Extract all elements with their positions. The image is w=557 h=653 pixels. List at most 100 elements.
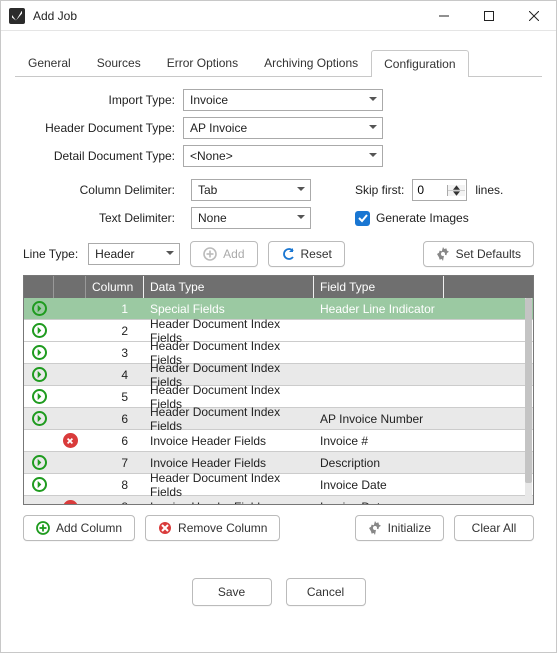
generate-images-label: Generate Images: [376, 211, 469, 225]
line-type-value: Header: [95, 247, 134, 261]
grid-header-data-type[interactable]: Data Type: [144, 276, 314, 298]
row-expand-icon[interactable]: [32, 367, 47, 382]
initialize-button[interactable]: Initialize: [355, 515, 444, 541]
import-type-label: Import Type:: [23, 93, 183, 107]
set-defaults-label: Set Defaults: [456, 247, 521, 261]
table-row[interactable]: 8Header Document Index FieldsInvoice Dat…: [24, 474, 533, 496]
line-type-select[interactable]: Header: [88, 243, 180, 265]
cell-field-type: Invoice Date: [314, 474, 533, 495]
clear-all-button[interactable]: Clear All: [454, 515, 534, 541]
line-type-label: Line Type:: [23, 247, 78, 261]
column-delimiter-select[interactable]: Tab: [191, 179, 311, 201]
cell-column: 1: [86, 298, 144, 319]
cell-column: 6: [86, 430, 144, 451]
header-doc-type-label: Header Document Type:: [23, 121, 183, 135]
chevron-down-icon: [296, 183, 306, 197]
table-row[interactable]: 6Header Document Index FieldsAP Invoice …: [24, 408, 533, 430]
chevron-down-icon: [368, 93, 378, 107]
row-error-icon: [63, 500, 78, 505]
window-close-button[interactable]: [511, 1, 556, 30]
row-expand-icon[interactable]: [32, 345, 47, 360]
grid-scrollbar-thumb[interactable]: [525, 298, 532, 483]
grid-header-column[interactable]: Column: [86, 276, 144, 298]
chevron-down-icon: [368, 121, 378, 135]
table-row[interactable]: 8Invoice Header FieldsInvoice Date: [24, 496, 533, 504]
cell-field-type: AP Invoice Number: [314, 408, 533, 429]
cell-column: 4: [86, 364, 144, 385]
add-column-button[interactable]: Add Column: [23, 515, 135, 541]
row-expand-icon[interactable]: [32, 389, 47, 404]
row-expand-icon[interactable]: [32, 411, 47, 426]
row-expand-icon[interactable]: [32, 455, 47, 470]
cell-column: 6: [86, 408, 144, 429]
column-delimiter-value: Tab: [198, 183, 217, 197]
plus-circle-icon: [203, 247, 217, 261]
cell-column: 5: [86, 386, 144, 407]
grid-scrollbar[interactable]: [525, 298, 532, 503]
tab-configuration[interactable]: Configuration: [371, 50, 468, 77]
app-icon: [9, 8, 25, 24]
remove-column-label: Remove Column: [178, 521, 267, 535]
skip-first-label: Skip first:: [355, 183, 404, 197]
add-button[interactable]: Add: [190, 241, 257, 267]
set-defaults-button[interactable]: Set Defaults: [423, 241, 534, 267]
chevron-down-icon: [165, 247, 175, 261]
cell-field-type: Invoice Date: [314, 496, 533, 504]
tab-pane-configuration: Import Type: Invoice Header Document Typ…: [15, 77, 542, 543]
cell-field-type: [314, 342, 533, 363]
tab-sources[interactable]: Sources: [84, 49, 154, 76]
cell-field-type: Header Line Indicator: [314, 298, 533, 319]
import-type-select[interactable]: Invoice: [183, 89, 383, 111]
cell-column: 7: [86, 452, 144, 473]
tab-strip: General Sources Error Options Archiving …: [15, 49, 542, 77]
table-row[interactable]: 6Invoice Header FieldsInvoice #: [24, 430, 533, 452]
gear-icon: [436, 247, 450, 261]
tab-error-options[interactable]: Error Options: [154, 49, 251, 76]
cell-column: 8: [86, 496, 144, 504]
grid-header-field-type[interactable]: Field Type: [314, 276, 444, 298]
cell-field-type: [314, 320, 533, 341]
window-minimize-button[interactable]: [421, 1, 466, 30]
skip-first-suffix: lines.: [475, 183, 503, 197]
tab-archiving-options[interactable]: Archiving Options: [251, 49, 371, 76]
row-expand-icon[interactable]: [32, 301, 47, 316]
x-circle-icon: [158, 521, 172, 535]
save-label: Save: [218, 585, 245, 599]
reset-button-label: Reset: [301, 247, 332, 261]
cancel-label: Cancel: [307, 585, 344, 599]
chevron-down-icon: [368, 149, 378, 163]
cell-column: 3: [86, 342, 144, 363]
skip-first-input[interactable]: [413, 180, 447, 200]
row-expand-icon[interactable]: [32, 477, 47, 492]
tab-general[interactable]: General: [15, 49, 84, 76]
text-delimiter-label: Text Delimiter:: [23, 211, 183, 225]
remove-column-button[interactable]: Remove Column: [145, 515, 280, 541]
add-column-label: Add Column: [56, 521, 122, 535]
reset-button[interactable]: Reset: [268, 241, 345, 267]
cell-data-type: Header Document Index Fields: [144, 474, 314, 495]
cancel-button[interactable]: Cancel: [286, 578, 366, 606]
row-expand-icon[interactable]: [32, 323, 47, 338]
plus-circle-icon: [36, 521, 50, 535]
title-bar: Add Job: [1, 1, 556, 31]
skip-first-spinner[interactable]: [412, 179, 467, 201]
header-doc-type-select[interactable]: AP Invoice: [183, 117, 383, 139]
initialize-label: Initialize: [388, 521, 431, 535]
detail-doc-type-select[interactable]: <None>: [183, 145, 383, 167]
cell-field-type: Description: [314, 452, 533, 473]
cell-field-type: Invoice #: [314, 430, 533, 451]
cell-data-type: Header Document Index Fields: [144, 408, 314, 429]
save-button[interactable]: Save: [192, 578, 272, 606]
spin-down-button[interactable]: [448, 191, 465, 196]
detail-doc-type-value: <None>: [190, 149, 233, 163]
cell-column: 8: [86, 474, 144, 495]
text-delimiter-select[interactable]: None: [191, 207, 311, 229]
generate-images-checkbox[interactable]: [355, 211, 370, 226]
window-maximize-button[interactable]: [466, 1, 511, 30]
chevron-down-icon: [296, 211, 306, 225]
detail-doc-type-label: Detail Document Type:: [23, 149, 183, 163]
column-delimiter-label: Column Delimiter:: [23, 183, 183, 197]
row-error-icon: [63, 433, 78, 448]
text-delimiter-value: None: [198, 211, 227, 225]
window-title: Add Job: [33, 9, 77, 23]
